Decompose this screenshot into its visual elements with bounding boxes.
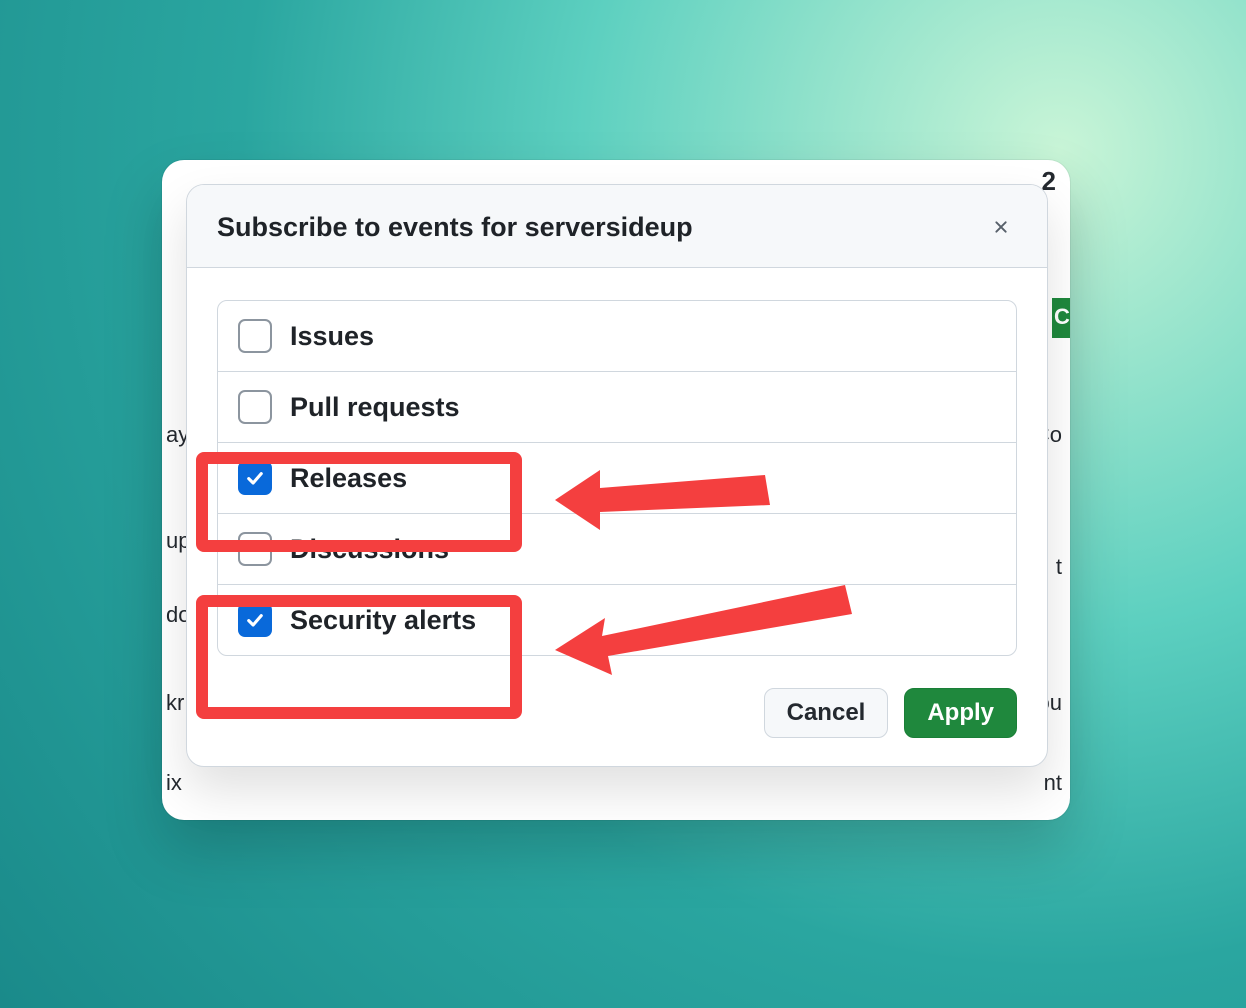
obscured-text: t [1056,554,1070,580]
checkbox-discussions[interactable] [238,532,272,566]
apply-button[interactable]: Apply [904,688,1017,738]
event-option-list: Issues Pull requests Releases Discussion… [217,300,1017,656]
option-label: Pull requests [290,392,460,423]
green-button-fragment: C [1052,298,1070,338]
close-icon [991,216,1011,238]
option-label: Issues [290,321,374,352]
option-pull-requests[interactable]: Pull requests [218,372,1016,443]
obscured-text: ix [162,770,188,796]
check-icon [245,610,265,630]
checkbox-security-alerts[interactable] [238,603,272,637]
checkbox-issues[interactable] [238,319,272,353]
option-security-alerts[interactable]: Security alerts [218,585,1016,655]
obscured-text: nt [1044,770,1070,796]
cancel-button[interactable]: Cancel [764,688,889,738]
option-label: Security alerts [290,605,476,636]
dialog-footer: Cancel Apply [187,666,1047,766]
option-releases[interactable]: Releases [218,443,1016,514]
obscured-text: ay [162,422,188,448]
check-icon [245,468,265,488]
checkbox-pull-requests[interactable] [238,390,272,424]
checkbox-releases[interactable] [238,461,272,495]
obscured-text: up [162,528,188,554]
subscribe-events-dialog: Subscribe to events for serversideup Iss… [186,184,1048,767]
obscured-text: kr [162,690,188,716]
close-button[interactable] [985,211,1017,243]
option-label: Releases [290,463,407,494]
option-discussions[interactable]: Discussions [218,514,1016,585]
option-issues[interactable]: Issues [218,301,1016,372]
dialog-title: Subscribe to events for serversideup [217,212,693,243]
dialog-header: Subscribe to events for serversideup [187,185,1047,268]
option-label: Discussions [290,534,449,565]
dialog-body: Issues Pull requests Releases Discussion… [187,268,1047,666]
obscured-text: do [162,602,188,628]
